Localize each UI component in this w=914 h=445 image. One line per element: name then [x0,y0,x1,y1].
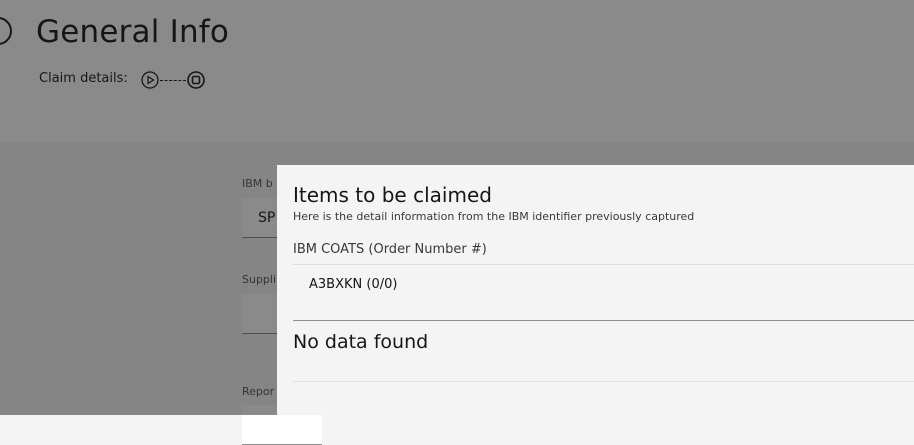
modal-title: Items to be claimed [293,183,492,207]
list-item[interactable]: A3BXKN (0/0) [293,265,914,305]
order-number: A3BXKN (0/0) [309,277,398,292]
divider [293,320,914,321]
modal-subtitle: Here is the detail information from the … [293,210,695,223]
items-modal: Items to be claimed Here is the detail i… [277,165,914,415]
divider [293,381,914,382]
section-label: IBM COATS (Order Number #) [293,242,487,257]
empty-state-message: No data found [293,331,429,353]
